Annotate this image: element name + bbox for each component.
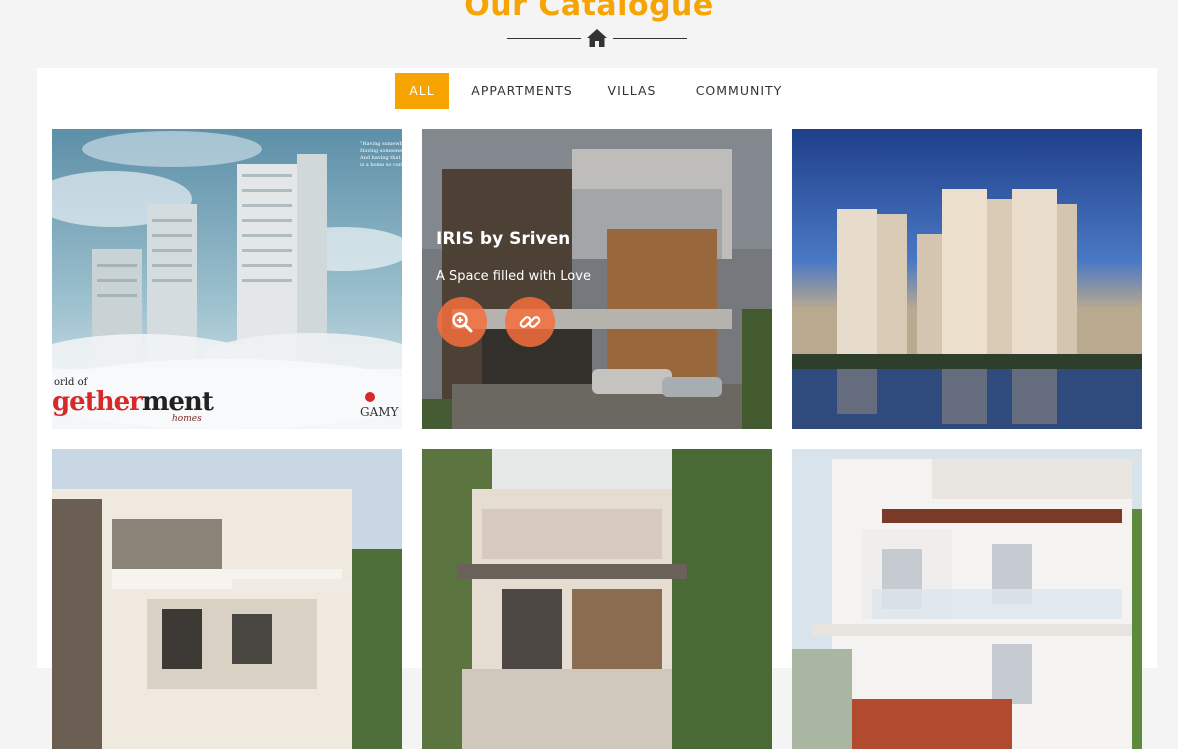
brand-name-dark: ment xyxy=(141,387,214,417)
catalogue-item[interactable] xyxy=(792,129,1142,429)
brand-quote: "Having somewhereHaving someone toAnd ha… xyxy=(360,141,402,168)
brand-name-red: gether xyxy=(52,387,143,417)
link-button[interactable] xyxy=(505,297,555,347)
title-divider xyxy=(507,28,687,48)
home-icon xyxy=(587,29,607,47)
zoom-button[interactable] xyxy=(437,297,487,347)
filter-all[interactable]: ALL xyxy=(395,73,449,109)
filter-community[interactable]: COMMUNITY xyxy=(687,73,791,109)
link-icon xyxy=(519,316,541,328)
filter-appartments[interactable]: APPARTMENTS xyxy=(467,73,577,109)
zoom-icon xyxy=(452,312,473,333)
catalogue-image-garden-villa xyxy=(422,449,772,749)
filter-bar: ALL APPARTMENTS VILLAS COMMUNITY xyxy=(37,73,1157,109)
catalogue-panel: ALL APPARTMENTS VILLAS COMMUNITY "Having… xyxy=(37,68,1157,749)
catalogue-item[interactable] xyxy=(422,449,772,749)
divider-line-left xyxy=(507,38,581,39)
catalogue-image-white-villa xyxy=(792,449,1142,749)
filter-villas[interactable]: VILLAS xyxy=(599,73,665,109)
brand-subtitle: homes xyxy=(172,414,202,424)
catalogue-item[interactable] xyxy=(792,449,1142,749)
divider-line-right xyxy=(613,38,687,39)
catalogue-item-hovered[interactable]: IRIS by Sriven A Space filled with Love xyxy=(422,129,772,429)
catalogue-image-modern-villa xyxy=(52,449,402,749)
catalogue-image-lake-towers xyxy=(792,129,1142,429)
catalogue-item[interactable]: "Having somewhereHaving someone toAnd ha… xyxy=(52,129,402,429)
page-title: Our Catalogue xyxy=(464,0,714,23)
brand-name: getherment xyxy=(52,387,214,417)
catalogue-image-towers xyxy=(52,129,402,429)
item-title: IRIS by Sriven xyxy=(436,229,571,249)
brand-logo: GAMY xyxy=(360,405,399,419)
catalogue-item[interactable] xyxy=(52,449,402,749)
item-subtitle: A Space filled with Love xyxy=(436,269,591,284)
